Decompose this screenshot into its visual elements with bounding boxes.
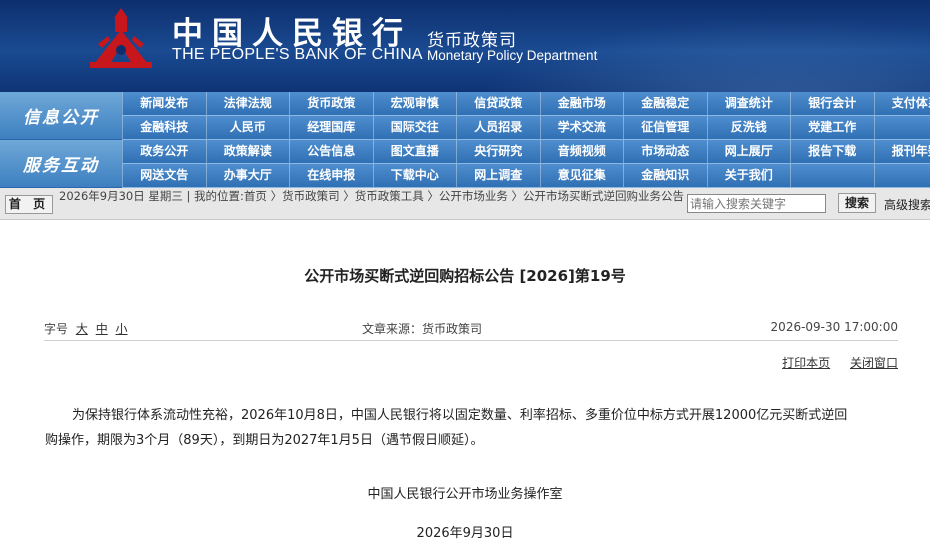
- nav-item[interactable]: 支付体系: [873, 92, 930, 115]
- search-button[interactable]: 搜索: [838, 193, 876, 213]
- nav-item[interactable]: 公告信息: [289, 140, 373, 163]
- article-content: 公开市场买断式逆回购招标公告 [2026]第19号 字号 大 中 小 文章来源：…: [0, 221, 930, 558]
- nav-item[interactable]: 网上展厅: [706, 140, 791, 163]
- bank-name-en: THE PEOPLE'S BANK OF CHINA: [172, 46, 423, 63]
- nav-section-service[interactable]: 服务互动: [0, 140, 122, 188]
- nav-item[interactable]: 党建工作: [790, 116, 874, 139]
- nav-item[interactable]: 市场动态: [623, 140, 707, 163]
- font-size-small[interactable]: 小: [116, 322, 128, 336]
- nav-item[interactable]: 关于我们: [706, 164, 791, 187]
- meta-divider: [44, 340, 898, 341]
- nav-item[interactable]: 音频视频: [539, 140, 624, 163]
- nav-item[interactable]: 学术交流: [539, 116, 624, 139]
- article-source: 文章来源：货币政策司: [362, 322, 483, 336]
- nav-item[interactable]: 报告下载: [790, 140, 874, 163]
- nav-item[interactable]: 征信管理: [623, 116, 707, 139]
- site-header: 中国人民银行 THE PEOPLE'S BANK OF CHINA 货币政策司 …: [0, 0, 930, 92]
- nav-item[interactable]: 报刊年鉴: [873, 140, 930, 163]
- home-button[interactable]: 首 页: [5, 195, 53, 214]
- font-size-medium[interactable]: 中: [96, 322, 108, 336]
- nav-row-2: 金融科技 人民币 经理国库 国际交往 人员招录 学术交流 征信管理 反洗钱 党建…: [122, 116, 930, 140]
- nav-item: [873, 164, 930, 187]
- article-body: 为保持银行体系流动性充裕，2026年10月8日，中国人民银行将以固定数量、利率招…: [45, 403, 898, 453]
- nav-item[interactable]: 政务公开: [122, 140, 206, 163]
- signature-date: 2026年9月30日: [416, 526, 514, 541]
- current-date: 2026年9月30日 星期三: [59, 189, 183, 203]
- breadcrumb: 2026年9月30日 星期三 | 我的位置:首页 〉货币政策司 〉货币政策工具 …: [59, 189, 685, 203]
- article-datetime: 2026-09-30 17:00:00: [770, 320, 898, 334]
- nav-item: [873, 116, 930, 139]
- nav-item[interactable]: 金融知识: [623, 164, 707, 187]
- nav-item[interactable]: 下载中心: [372, 164, 457, 187]
- nav-item[interactable]: 人员招录: [456, 116, 540, 139]
- nav-item[interactable]: 国际交往: [372, 116, 457, 139]
- pboc-emblem-icon: [90, 8, 152, 68]
- main-nav: 信息公开 服务互动 新闻发布 法律法规 货币政策 宏观审慎 信贷政策 金融市场 …: [0, 92, 930, 188]
- nav-item[interactable]: 在线申报: [289, 164, 373, 187]
- nav-item[interactable]: 人民币: [205, 116, 290, 139]
- nav-item: [790, 164, 874, 187]
- font-size-controls: 字号 大 中 小: [44, 320, 128, 337]
- article-tools: 打印本页 关闭窗口: [766, 354, 898, 371]
- nav-item[interactable]: 调查统计: [706, 92, 791, 115]
- advanced-search-link[interactable]: 高级搜索: [884, 196, 930, 213]
- nav-item[interactable]: 宏观审慎: [372, 92, 457, 115]
- nav-item[interactable]: 金融科技: [122, 116, 206, 139]
- article-meta: 字号 大 中 小 文章来源：货币政策司 2026-09-30 17:00:00: [44, 318, 898, 338]
- nav-row-3: 政务公开 政策解读 公告信息 图文直播 央行研究 音频视频 市场动态 网上展厅 …: [122, 140, 930, 164]
- nav-item[interactable]: 政策解读: [205, 140, 290, 163]
- nav-item[interactable]: 金融稳定: [623, 92, 707, 115]
- nav-item[interactable]: 网送文告: [122, 164, 206, 187]
- print-link[interactable]: 打印本页: [782, 356, 830, 370]
- body-paragraph-line1: 为保持银行体系流动性充裕，2026年10月8日，中国人民银行将以固定数量、利率招…: [72, 408, 848, 423]
- nav-item[interactable]: 央行研究: [456, 140, 540, 163]
- nav-item[interactable]: 金融市场: [539, 92, 624, 115]
- nav-item[interactable]: 法律法规: [205, 92, 290, 115]
- nav-rows: 新闻发布 法律法规 货币政策 宏观审慎 信贷政策 金融市场 金融稳定 调查统计 …: [122, 92, 930, 188]
- nav-item[interactable]: 网上调查: [456, 164, 540, 187]
- nav-section-info[interactable]: 信息公开: [0, 92, 122, 140]
- nav-item[interactable]: 办事大厅: [205, 164, 290, 187]
- nav-item[interactable]: 意见征集: [539, 164, 624, 187]
- dept-name-en: Monetary Policy Department: [427, 48, 598, 63]
- signature: 中国人民银行公开市场业务操作室: [367, 487, 563, 502]
- nav-item[interactable]: 信贷政策: [456, 92, 540, 115]
- nav-item[interactable]: 货币政策: [289, 92, 373, 115]
- nav-row-4: 网送文告 办事大厅 在线申报 下载中心 网上调查 意见征集 金融知识 关于我们: [122, 164, 930, 188]
- font-size-large[interactable]: 大: [76, 322, 88, 336]
- nav-item[interactable]: 经理国库: [289, 116, 373, 139]
- breadcrumb-path[interactable]: 我的位置:首页 〉货币政策司 〉货币政策工具 〉公开市场业务 〉公开市场买断式逆…: [194, 189, 684, 203]
- article-title: 公开市场买断式逆回购招标公告 [2026]第19号: [304, 267, 626, 285]
- nav-item[interactable]: 反洗钱: [706, 116, 791, 139]
- nav-item[interactable]: 银行会计: [790, 92, 874, 115]
- nav-row-1: 新闻发布 法律法规 货币政策 宏观审慎 信贷政策 金融市场 金融稳定 调查统计 …: [122, 92, 930, 116]
- nav-item[interactable]: 新闻发布: [122, 92, 206, 115]
- close-window-link[interactable]: 关闭窗口: [850, 356, 898, 370]
- nav-item[interactable]: 图文直播: [372, 140, 457, 163]
- font-size-label: 字号: [44, 322, 69, 336]
- search-input[interactable]: [687, 194, 826, 213]
- body-paragraph-line2: 购操作，期限为3个月（89天），到期日为2027年1月5日（遇节假日顺延）。: [45, 433, 484, 448]
